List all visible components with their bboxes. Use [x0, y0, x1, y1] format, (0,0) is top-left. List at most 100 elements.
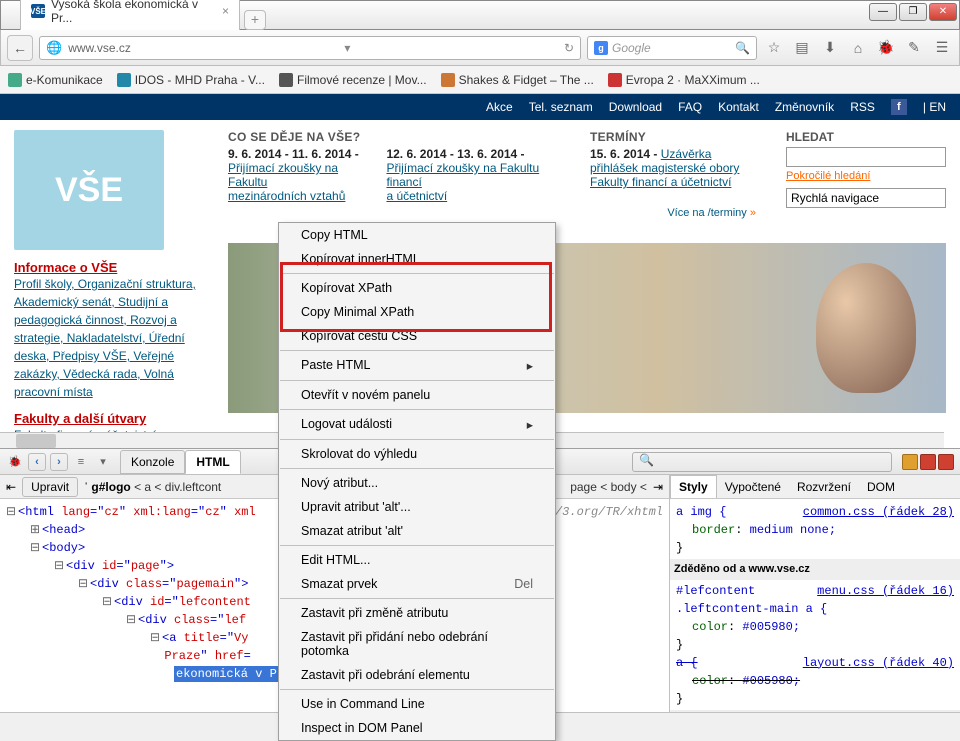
- window-close-button[interactable]: ✕: [929, 3, 957, 21]
- dt-dropdown-icon[interactable]: ▾: [94, 453, 112, 471]
- bookmark-icon: [441, 73, 455, 87]
- event-date: 12. 6. 2014 - 13. 6. 2014 -: [386, 147, 560, 161]
- back-button[interactable]: ←: [7, 35, 33, 61]
- dt-edit-button[interactable]: Upravit: [22, 477, 78, 497]
- firebug-icon[interactable]: 🐞: [6, 453, 24, 471]
- context-menu-item[interactable]: Paste HTML▸: [279, 353, 555, 378]
- home-icon[interactable]: ⌂: [847, 37, 869, 59]
- context-menu-item[interactable]: Logovat události▸: [279, 412, 555, 437]
- dt-styles-panel[interactable]: common.css (řádek 28)a img {border: medi…: [670, 499, 960, 712]
- reload-icon[interactable]: ↻: [564, 41, 574, 55]
- context-menu-item[interactable]: Skrolovat do výhledu: [279, 442, 555, 466]
- event-link[interactable]: Přijímací zkoušky na Fakultu financí: [386, 161, 560, 189]
- context-menu-item[interactable]: Copy Minimal XPath: [279, 300, 555, 324]
- bookmark-icon: [279, 73, 293, 87]
- browser-nav-toolbar: ← 🌐 www.vse.cz ▾ ↻ g Google 🔍 ☆ ▤ ⬇ ⌂ 🐞 …: [0, 30, 960, 66]
- browser-search-bar[interactable]: g Google 🔍: [587, 36, 757, 60]
- google-icon: g: [594, 41, 608, 55]
- event-link[interactable]: mezinárodních vztahů: [228, 189, 366, 203]
- context-menu-item[interactable]: Otevřít v novém panelu: [279, 383, 555, 407]
- bookmark-icon: [117, 73, 131, 87]
- context-menu-item[interactable]: Nový atribut...: [279, 471, 555, 495]
- dt-rtab-styles[interactable]: Styly: [670, 475, 717, 498]
- search-icon[interactable]: 🔍: [735, 41, 750, 55]
- site-search-input[interactable]: [786, 147, 946, 167]
- topbar-link[interactable]: RSS: [850, 100, 875, 114]
- bookmark-item[interactable]: IDOS - MHD Praha - V...: [117, 73, 265, 87]
- globe-icon: 🌐: [46, 40, 62, 56]
- topbar-link[interactable]: Kontakt: [718, 100, 759, 114]
- context-menu-item[interactable]: Kopírovat cestu CSS: [279, 324, 555, 348]
- info-heading[interactable]: Informace o VŠE: [14, 260, 204, 275]
- search-placeholder: Google: [612, 41, 651, 55]
- bookmark-item[interactable]: Evropa 2 · MaXXimum ...: [608, 73, 760, 87]
- dt-minimize-button[interactable]: [902, 454, 918, 470]
- topbar-link[interactable]: Akce: [486, 100, 513, 114]
- info-links[interactable]: Profil školy, Organizační struktura, Aka…: [14, 275, 204, 401]
- tab-favicon: VŠE: [31, 4, 45, 18]
- event-link[interactable]: a účetnictví: [386, 189, 560, 203]
- advanced-search-link[interactable]: Pokročilé hledání: [786, 170, 946, 182]
- dt-prev-button[interactable]: ‹: [28, 453, 46, 471]
- url-bar[interactable]: 🌐 www.vse.cz ▾ ↻: [39, 36, 581, 60]
- dt-right-tabs: Styly Vypočtené Rozvržení DOM: [670, 475, 960, 499]
- dt-rtab-layout[interactable]: Rozvržení: [789, 476, 859, 498]
- browser-tab-bar: VŠE Vysoká škola ekonomická v Pr... × +: [20, 4, 266, 30]
- context-menu-item[interactable]: Zastavit při změně atributu: [279, 601, 555, 625]
- menu-icon[interactable]: ☰: [931, 37, 953, 59]
- dt-search-input[interactable]: 🔍: [632, 452, 892, 472]
- topbar-link[interactable]: Změnovník: [775, 100, 834, 114]
- facebook-icon[interactable]: f: [891, 99, 907, 115]
- topbar-link[interactable]: Download: [609, 100, 662, 114]
- faculties-heading[interactable]: Fakulty a další útvary: [14, 411, 204, 426]
- context-menu-item[interactable]: Copy HTML: [279, 223, 555, 247]
- quick-nav-select[interactable]: Rychlá navigace: [786, 188, 946, 208]
- dt-tab-console[interactable]: Konzole: [120, 450, 185, 474]
- dt-nav-last[interactable]: ⇥: [653, 480, 663, 494]
- bookmark-item[interactable]: Shakes & Fidget – The ...: [441, 73, 594, 87]
- dt-nav-first[interactable]: ⇤: [6, 480, 16, 494]
- tab-title: Vysoká škola ekonomická v Pr...: [51, 0, 216, 25]
- dt-breadcrumb-path[interactable]: ˈ g#logo < a < div.leftcont: [84, 480, 221, 494]
- context-menu-item[interactable]: Use in Command Line: [279, 692, 555, 716]
- dropdown-icon[interactable]: ▾: [344, 41, 350, 55]
- new-tab-button[interactable]: +: [244, 10, 266, 30]
- context-menu-item[interactable]: Edit HTML...: [279, 548, 555, 572]
- bookmark-item[interactable]: e-Komunikace: [8, 73, 103, 87]
- bookmark-item[interactable]: Filmové recenze | Mov...: [279, 73, 427, 87]
- context-menu-item[interactable]: Upravit atribut 'alt'...: [279, 495, 555, 519]
- context-menu-item[interactable]: Zastavit při odebrání elementu: [279, 663, 555, 687]
- event-link[interactable]: Přijímací zkoušky na Fakultu: [228, 161, 366, 189]
- context-menu-item[interactable]: Kopírovat XPath: [279, 276, 555, 300]
- window-minimize-button[interactable]: —: [869, 3, 897, 21]
- context-menu-item[interactable]: Inspect in DOM Panel: [279, 716, 555, 740]
- browser-tab[interactable]: VŠE Vysoká škola ekonomická v Pr... ×: [20, 0, 240, 30]
- dt-close-button[interactable]: [938, 454, 954, 470]
- tab-close-icon[interactable]: ×: [222, 4, 229, 18]
- context-menu: Copy HTMLKopírovat innerHTML Kopírovat XP…: [278, 222, 556, 741]
- star-icon[interactable]: ☆: [763, 37, 785, 59]
- clipboard-icon[interactable]: ▤: [791, 37, 813, 59]
- topbar-link[interactable]: FAQ: [678, 100, 702, 114]
- pencil-icon[interactable]: ✎: [903, 37, 925, 59]
- dt-next-button[interactable]: ›: [50, 453, 68, 471]
- section-heading: TERMÍNY: [590, 130, 756, 144]
- dt-rtab-computed[interactable]: Vypočtené: [717, 476, 789, 498]
- dt-tab-html[interactable]: HTML: [185, 450, 240, 474]
- topbar-link[interactable]: Tel. seznam: [529, 100, 593, 114]
- dt-menu-icon[interactable]: ≡: [72, 453, 90, 471]
- dt-rtab-dom[interactable]: DOM: [859, 476, 903, 498]
- site-logo[interactable]: VŠE: [14, 130, 164, 250]
- dt-breadcrumb-right[interactable]: page < body <: [570, 480, 647, 494]
- context-menu-item[interactable]: Kopírovat innerHTML: [279, 247, 555, 271]
- download-icon[interactable]: ⬇: [819, 37, 841, 59]
- context-menu-item[interactable]: Zastavit při přidání nebo odebrání potom…: [279, 625, 555, 663]
- more-link[interactable]: Více na /terminy »: [590, 207, 756, 219]
- dt-dock-button[interactable]: [920, 454, 936, 470]
- window-maximize-button[interactable]: ❐: [899, 3, 927, 21]
- url-text: www.vse.cz: [68, 41, 131, 55]
- lang-switch[interactable]: | EN: [923, 100, 946, 114]
- context-menu-item[interactable]: Smazat prvekDel: [279, 572, 555, 596]
- context-menu-item[interactable]: Smazat atribut 'alt': [279, 519, 555, 543]
- firebug-icon[interactable]: 🐞: [875, 37, 897, 59]
